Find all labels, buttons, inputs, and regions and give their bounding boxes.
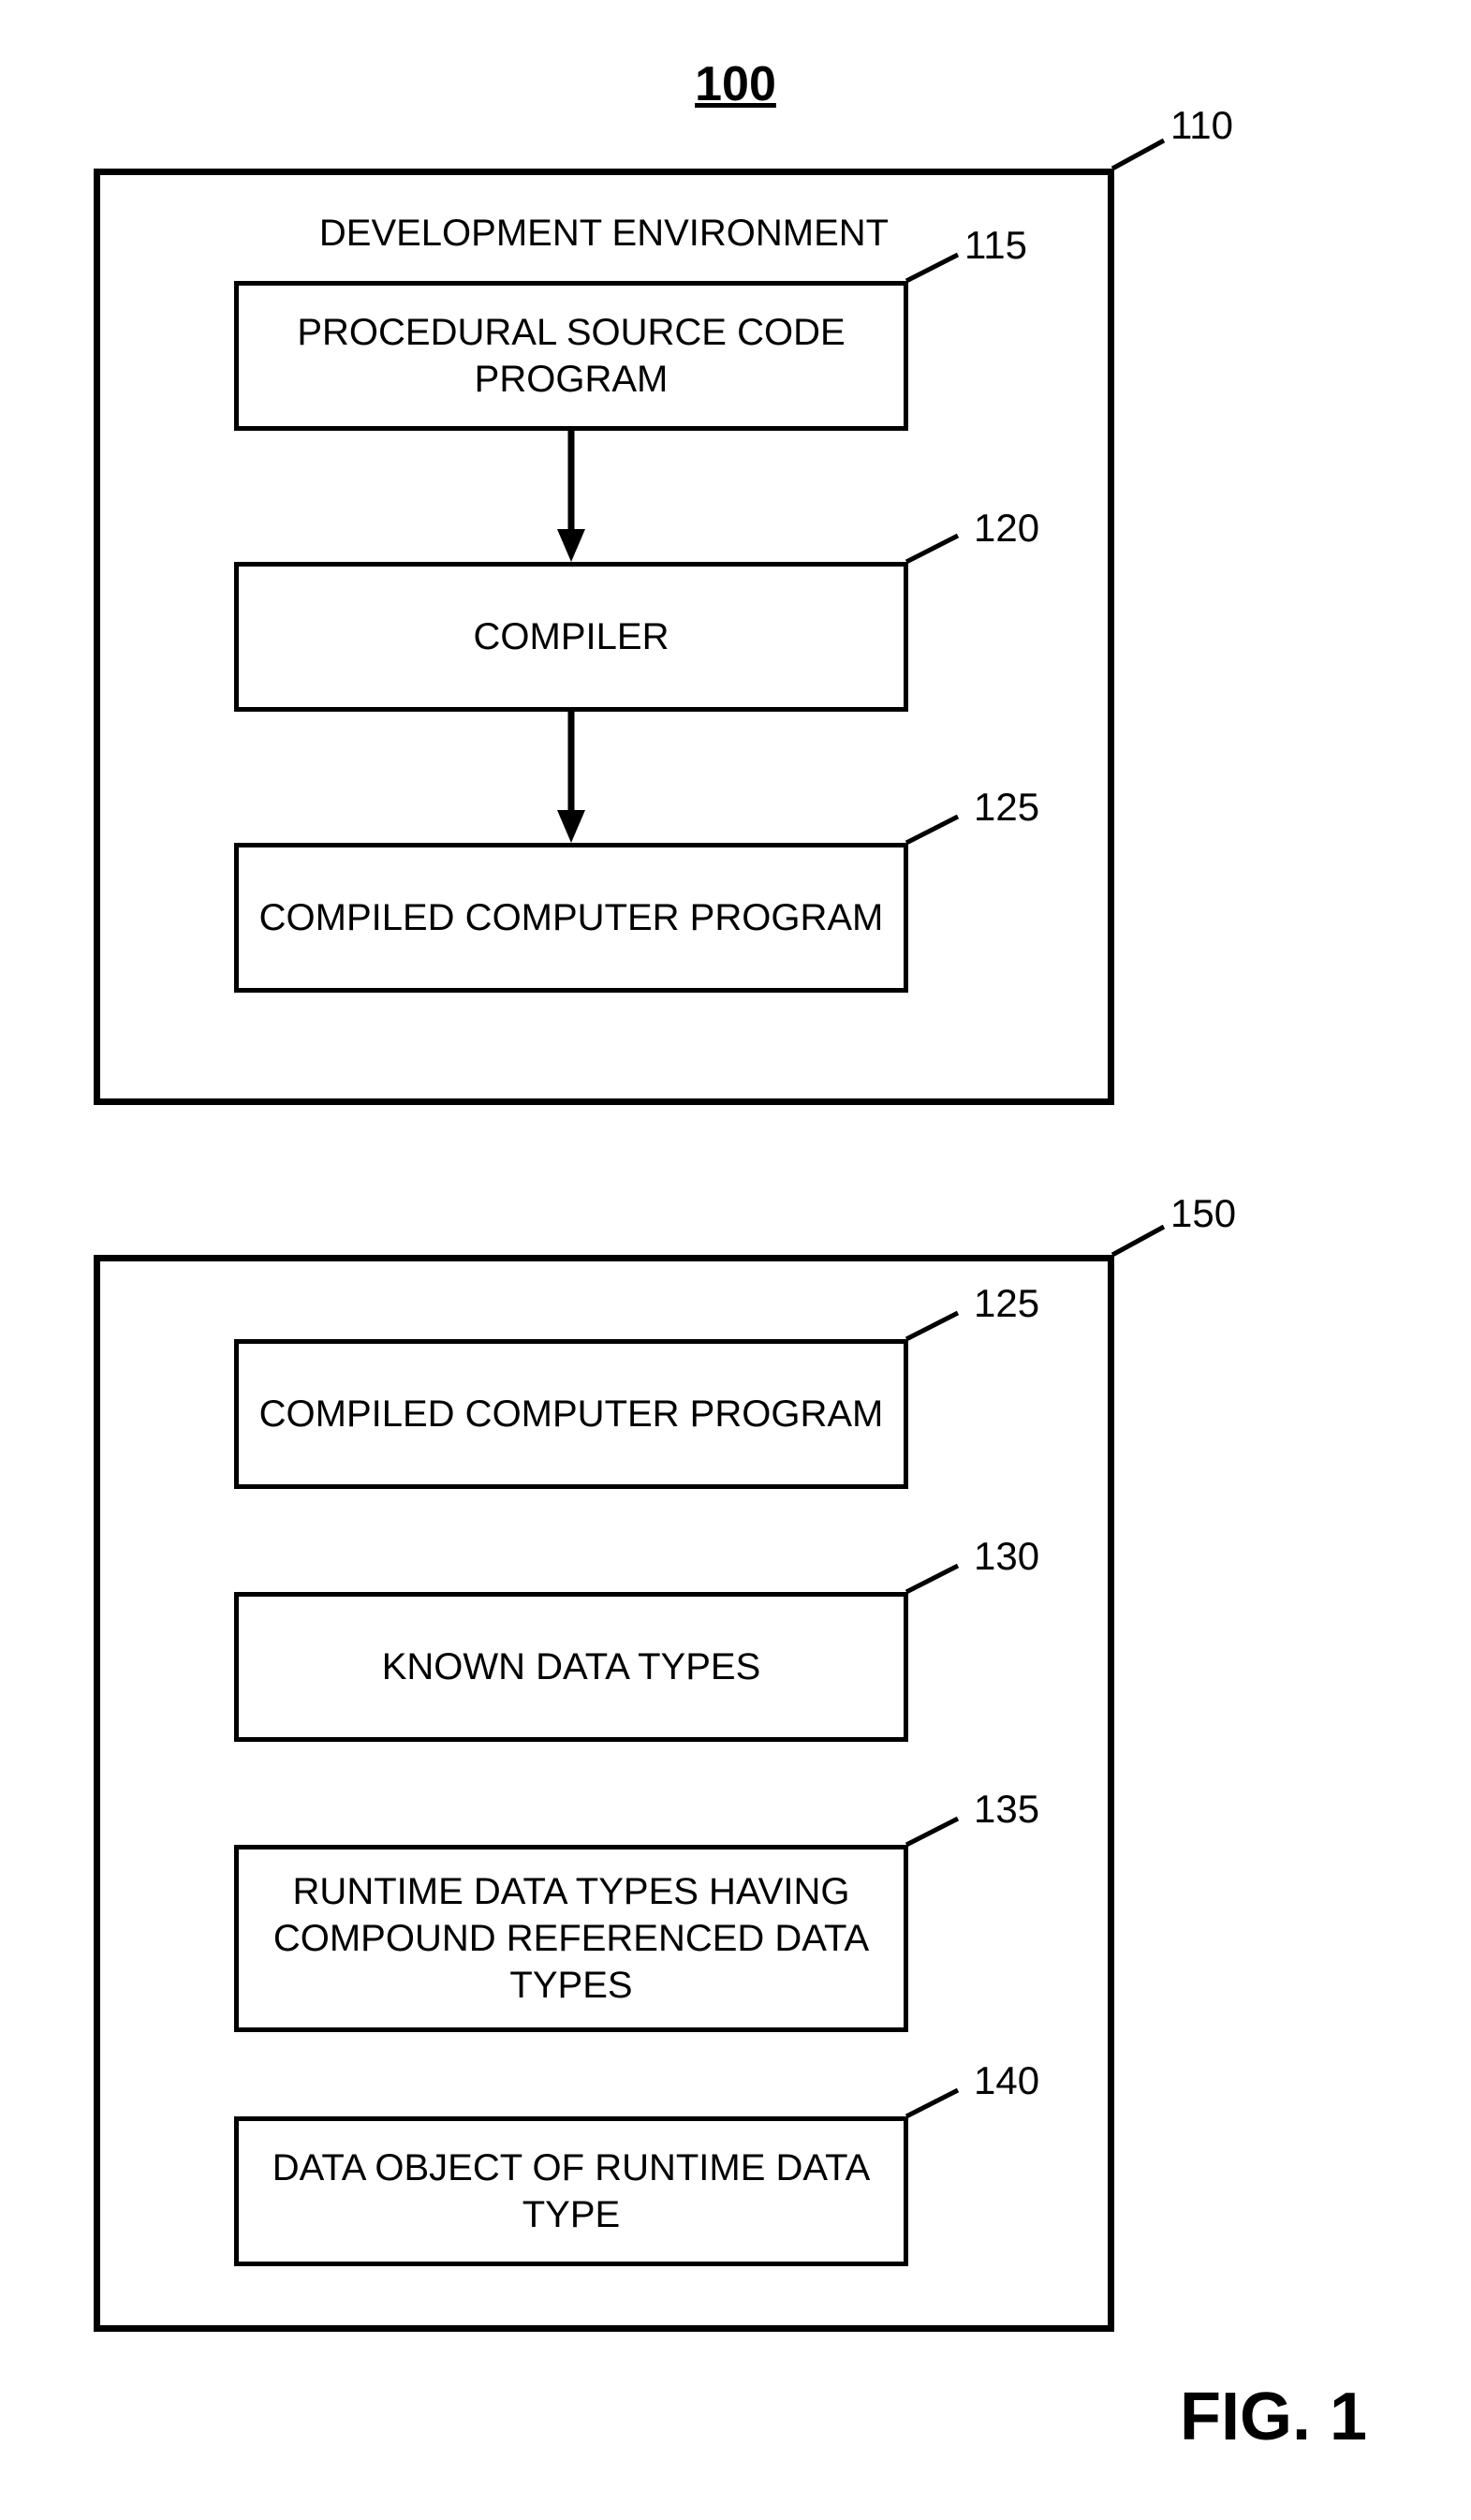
box-data-object-label: DATA OBJECT OF RUNTIME DATA TYPE [257, 2144, 885, 2238]
leader-110 [1112, 159, 1178, 197]
arrow-source-to-compiler [557, 431, 585, 562]
box-compiled-program-top-label: COMPILED COMPUTER PROGRAM [259, 894, 884, 941]
leader-120 [906, 554, 972, 592]
box-runtime-data-types-label: RUNTIME DATA TYPES HAVING COMPOUND REFER… [257, 1868, 885, 2009]
leader-135 [906, 1837, 972, 1875]
leader-125-top [906, 835, 972, 873]
box-compiled-program-bottom: COMPILED COMPUTER PROGRAM [234, 1339, 908, 1489]
box-procedural-source-code-label: PROCEDURAL SOURCE CODE PROGRAM [257, 309, 885, 403]
ref-130: 130 [974, 1534, 1039, 1579]
box-data-object: DATA OBJECT OF RUNTIME DATA TYPE [234, 2116, 908, 2266]
arrow-compiler-to-compiled [557, 712, 585, 843]
box-compiler: COMPILER [234, 562, 908, 712]
ref-135: 135 [974, 1787, 1039, 1832]
ref-110: 110 [1170, 103, 1233, 148]
ref-125-top: 125 [974, 785, 1039, 830]
leader-150 [1112, 1245, 1178, 1283]
leader-130 [906, 1584, 972, 1622]
box-known-data-types-label: KNOWN DATA TYPES [382, 1643, 761, 1690]
box-runtime-data-types: RUNTIME DATA TYPES HAVING COMPOUND REFER… [234, 1845, 908, 2032]
box-compiled-program-bottom-label: COMPILED COMPUTER PROGRAM [259, 1391, 884, 1437]
leader-140 [906, 2109, 972, 2146]
development-environment-title: DEVELOPMENT ENVIRONMENT [100, 213, 1108, 255]
ref-150: 150 [1170, 1191, 1236, 1236]
figure-number: 100 [0, 56, 1471, 112]
ref-115: 115 [964, 223, 1027, 268]
ref-125-bottom: 125 [974, 1281, 1039, 1326]
box-compiled-program-top: COMPILED COMPUTER PROGRAM [234, 843, 908, 993]
box-known-data-types: KNOWN DATA TYPES [234, 1592, 908, 1742]
leader-125-bottom [906, 1332, 972, 1369]
box-procedural-source-code: PROCEDURAL SOURCE CODE PROGRAM [234, 281, 908, 431]
leader-115 [906, 273, 972, 311]
ref-140: 140 [974, 2058, 1039, 2103]
figure-caption: FIG. 1 [1180, 2379, 1367, 2455]
box-compiler-label: COMPILER [474, 613, 669, 660]
ref-120: 120 [974, 506, 1039, 551]
